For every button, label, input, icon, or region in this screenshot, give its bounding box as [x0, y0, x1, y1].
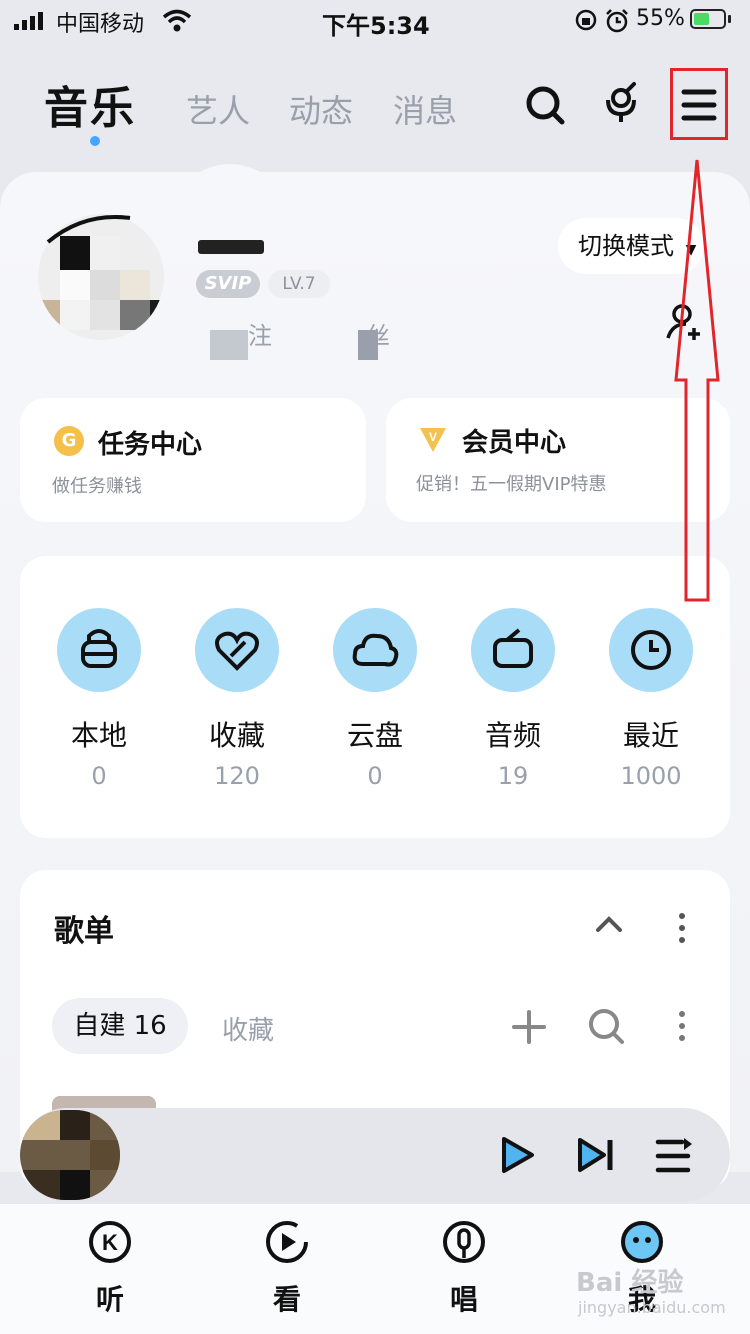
heart-icon [195, 608, 279, 692]
svip-badge: SVIP [196, 270, 260, 298]
battery-icon [690, 9, 726, 29]
playlist-options-icon[interactable] [672, 1008, 692, 1044]
tab-artists[interactable]: 艺人 [186, 86, 250, 132]
playlist-title: 歌单 [54, 914, 114, 949]
quick-access-label: 本地 [70, 719, 127, 752]
nav-listen[interactable]: K 听 [70, 1218, 150, 1318]
vip-center-title: 会员中心 [462, 428, 567, 458]
sing-icon [443, 1221, 485, 1263]
task-center-subtitle: 做任务赚钱 [52, 476, 142, 497]
quick-access-label: 最近 [622, 719, 679, 752]
tab-collected[interactable]: 收藏 [222, 1010, 274, 1047]
quick-access-count: 0 [367, 762, 383, 790]
battery-fill [694, 13, 710, 25]
rotation-lock-icon [575, 9, 597, 31]
status-bar: 中国移动 下午5:34 55% [0, 0, 750, 42]
tab-self-created[interactable]: 自建 16 [52, 998, 188, 1054]
bag-icon [57, 608, 141, 692]
diamond-icon-letter: V [429, 430, 437, 444]
play-icon[interactable] [496, 1134, 538, 1176]
following-count-redacted [210, 330, 248, 360]
nav-watch[interactable]: 看 [247, 1218, 327, 1318]
clock-time: 下午5:34 [322, 12, 430, 40]
carrier-name: 中国移动 [56, 12, 145, 37]
task-center-card[interactable]: G 任务中心 做任务赚钱 [20, 398, 366, 522]
quick-access-count: 19 [497, 762, 529, 790]
quick-access-label: 收藏 [208, 719, 265, 752]
following-label[interactable]: 注 [248, 316, 272, 351]
menu-highlight-box [670, 68, 728, 140]
quick-access-local[interactable]: 本地 0 [44, 608, 154, 798]
tab-music[interactable]: 音乐 [44, 72, 136, 136]
quick-access-count: 120 [214, 762, 260, 790]
level-badge: LV.7 [268, 270, 330, 298]
task-center-title: 任务中心 [98, 430, 203, 460]
svg-text:K: K [102, 1230, 118, 1255]
clock-icon [609, 608, 693, 692]
diamond-icon: V [420, 428, 446, 452]
playlist-search-icon[interactable] [586, 1006, 626, 1046]
nav-label: 唱 [449, 1283, 478, 1316]
add-playlist-icon[interactable] [510, 1008, 548, 1046]
vip-center-subtitle: 促销！五一假期VIP特惠 [416, 474, 607, 495]
avatar-arc [46, 215, 131, 244]
quick-access-audio[interactable]: 音频 19 [458, 608, 568, 798]
alarm-icon [606, 9, 628, 33]
quick-access-label: 音频 [484, 719, 541, 752]
playlist-queue-icon[interactable] [652, 1136, 694, 1176]
switch-mode-label: 切换模式 [578, 232, 674, 260]
me-icon [621, 1221, 663, 1263]
search-icon[interactable] [522, 82, 568, 128]
add-friend-icon[interactable] [664, 302, 704, 342]
vip-center-card[interactable]: V 会员中心 促销！五一假期VIP特惠 [386, 398, 730, 522]
wifi-icon [162, 9, 192, 32]
active-tab-indicator [90, 136, 100, 146]
watermark-url: jingyan.baidu.com [578, 1298, 726, 1317]
panel-notch [190, 164, 270, 178]
battery-percent: 55% [636, 6, 685, 31]
quick-access-label: 云盘 [346, 719, 403, 752]
signal-icon [14, 12, 43, 30]
quick-access-count: 0 [91, 762, 107, 790]
fans-label[interactable]: 丝 [366, 316, 390, 351]
quick-access-favorites[interactable]: 收藏 120 [182, 608, 292, 798]
playlist-more-icon[interactable] [672, 910, 692, 946]
now-playing-cover[interactable] [20, 1110, 120, 1200]
cloud-icon [333, 608, 417, 692]
collapse-icon[interactable] [592, 912, 626, 936]
switch-mode-button[interactable]: 切换模式 ▼ [558, 218, 704, 274]
microphone-icon[interactable] [598, 80, 644, 126]
tab-feed[interactable]: 动态 [289, 86, 353, 132]
nav-sing[interactable]: 唱 [424, 1218, 504, 1318]
watch-icon [266, 1221, 308, 1263]
battery-tip [728, 15, 731, 23]
nav-label: 看 [272, 1283, 301, 1316]
coin-icon: G [54, 426, 84, 456]
caret-down-icon: ▼ [685, 242, 697, 258]
next-track-icon[interactable] [574, 1134, 616, 1176]
quick-access-recent[interactable]: 最近 1000 [596, 608, 706, 798]
mini-player[interactable] [20, 1108, 730, 1202]
quick-access-count: 1000 [620, 762, 682, 790]
radio-icon [471, 608, 555, 692]
quick-access-cloud[interactable]: 云盘 0 [320, 608, 430, 798]
username-redacted [198, 240, 264, 254]
tab-messages[interactable]: 消息 [393, 86, 457, 132]
listen-icon: K [89, 1221, 131, 1263]
watermark: Bai 经验 [576, 1268, 684, 1298]
nav-label: 听 [95, 1283, 124, 1316]
